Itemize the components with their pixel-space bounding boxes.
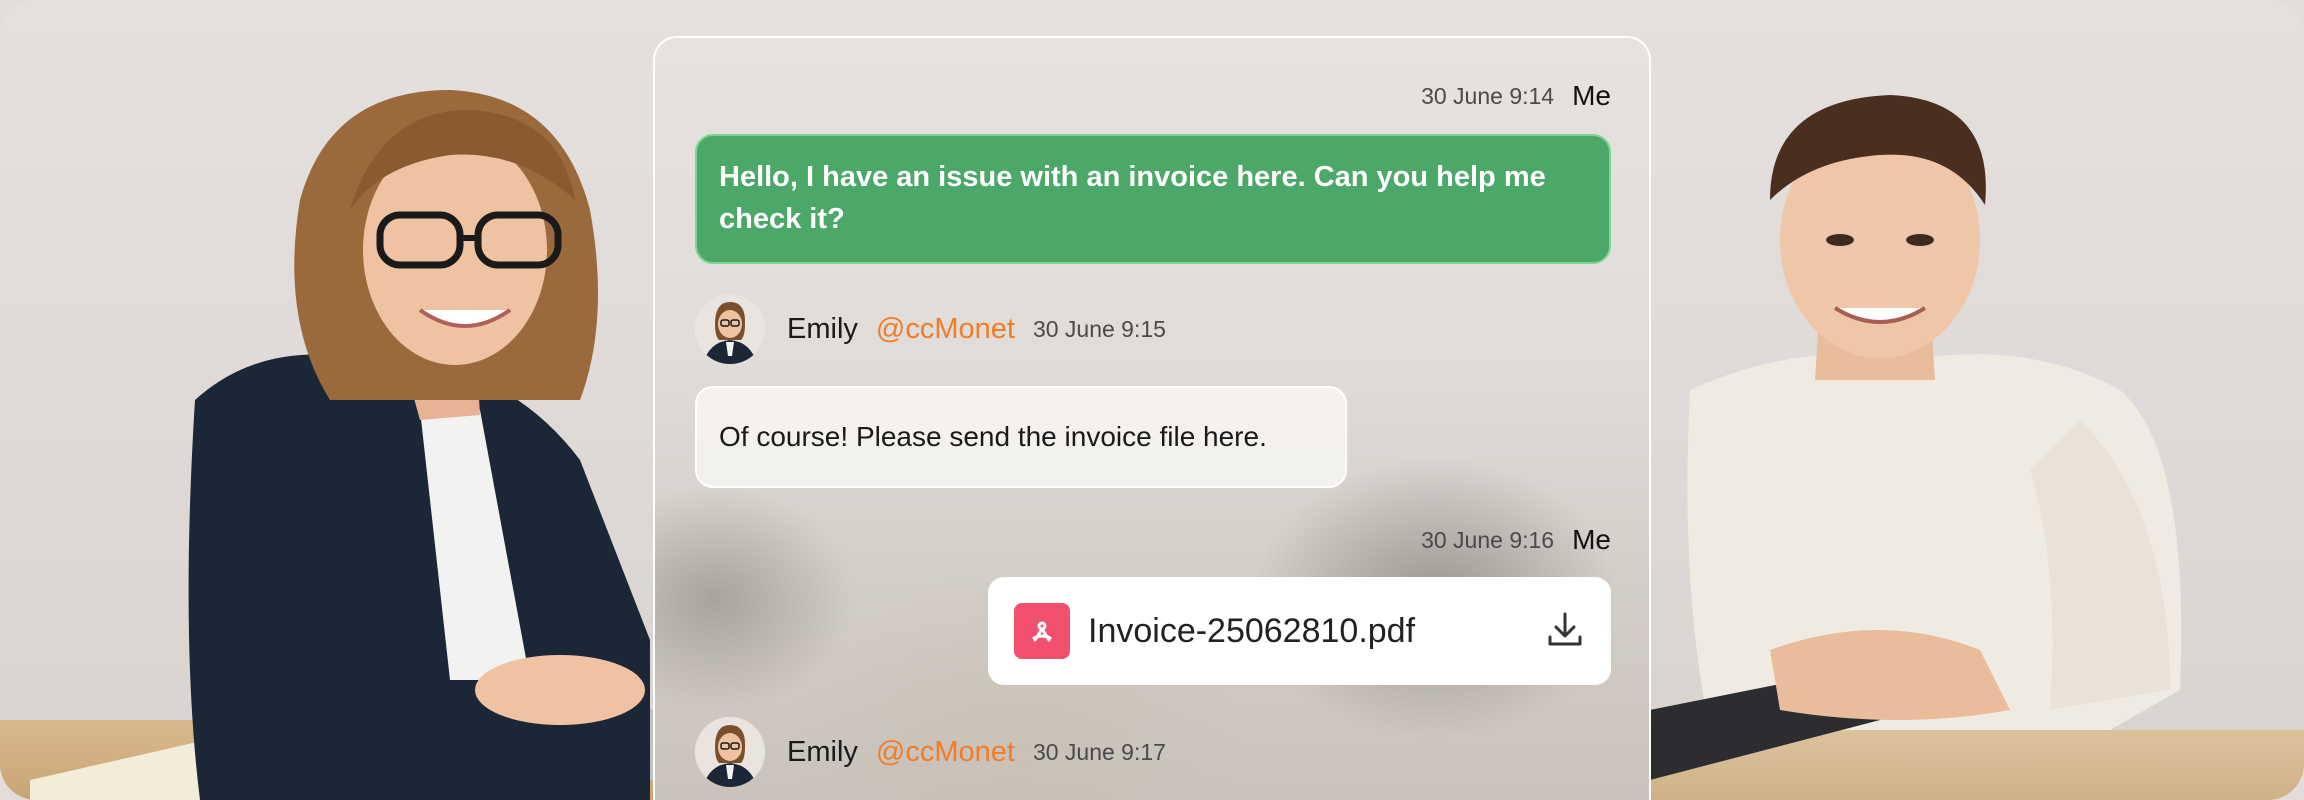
sender-name-emily: Emily [787, 735, 858, 768]
message-meta-emily: Emily @ccMonet 30 June 9:15 [695, 294, 1166, 364]
message-timestamp: 30 June 9:14 [1421, 82, 1555, 109]
sender-name-emily: Emily [787, 312, 858, 345]
emily-avatar[interactable] [695, 294, 765, 364]
pdf-icon [1014, 603, 1070, 659]
sender-name-me: Me [1572, 524, 1611, 555]
message-meta-me: 30 June 9:16 Me [1421, 524, 1611, 556]
emily-message-text: Of course! Please send the invoice file … [719, 421, 1267, 452]
hero-scene: 30 June 9:14 Me Hello, I have an issue w… [0, 0, 2304, 800]
sender-name-me: Me [1572, 80, 1611, 111]
message-timestamp: 30 June 9:16 [1421, 526, 1555, 553]
man-illustration [1650, 95, 2182, 780]
download-icon[interactable] [1545, 609, 1585, 654]
message-timestamp: 30 June 9:17 [1032, 738, 1166, 765]
message-meta-emily: Emily @ccMonet 30 June 9:17 [695, 717, 1166, 787]
woman-illustration [30, 90, 660, 800]
my-message-bubble: Hello, I have an issue with an invoice h… [695, 134, 1611, 264]
mention-handle[interactable]: @ccMonet [876, 736, 1015, 769]
emily-message-bubble: Of course! Please send the invoice file … [695, 386, 1347, 488]
message-timestamp: 30 June 9:15 [1032, 315, 1166, 342]
file-attachment-card[interactable]: Invoice-25062810.pdf [988, 577, 1611, 685]
chat-panel: 30 June 9:14 Me Hello, I have an issue w… [653, 36, 1651, 800]
emily-avatar[interactable] [695, 717, 765, 787]
file-name[interactable]: Invoice-25062810.pdf [1088, 612, 1545, 651]
message-meta-me: 30 June 9:14 Me [1421, 80, 1611, 112]
mention-handle[interactable]: @ccMonet [876, 313, 1015, 346]
